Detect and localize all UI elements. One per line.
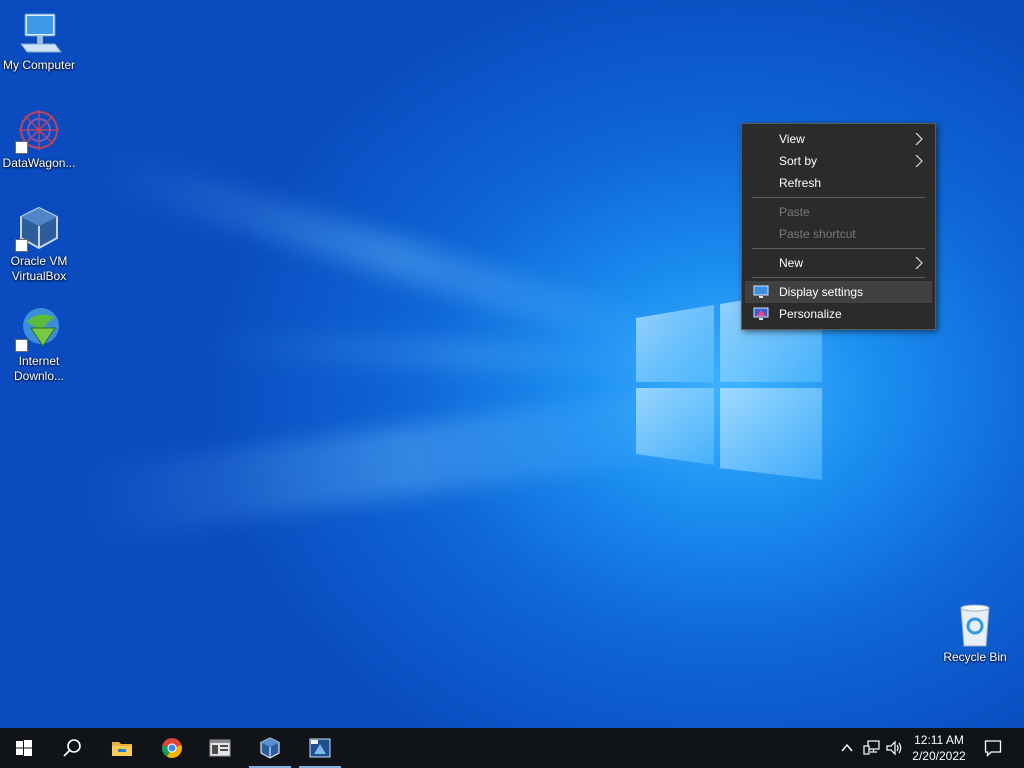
taskbar-file-explorer[interactable] — [98, 728, 146, 768]
display-icon — [753, 285, 769, 298]
computer-icon — [15, 8, 63, 56]
menu-item-personalize[interactable]: Personalize — [745, 303, 932, 325]
desktop-icon-label: Oracle VM VirtualBox — [10, 254, 68, 283]
file-explorer-icon — [112, 742, 132, 756]
menu-item-label: Display settings — [779, 285, 864, 299]
menu-item-new[interactable]: New — [745, 252, 932, 274]
menu-item-label: View — [779, 132, 805, 146]
menu-item-label: New — [779, 256, 804, 270]
desktop-icon-label: My Computer — [2, 58, 76, 72]
chevron-right-icon — [915, 133, 923, 145]
desktop-icon-label: Internet Downlo... — [13, 354, 65, 383]
menu-item-label: Personalize — [779, 307, 842, 321]
virtualbox-icon — [260, 737, 280, 759]
tray-notifications[interactable] — [978, 728, 1008, 768]
menu-item-label: Sort by — [779, 154, 818, 168]
start-button[interactable] — [0, 728, 48, 768]
clock-date: 2/20/2022 — [912, 749, 966, 763]
recycle-bin-icon — [951, 600, 999, 648]
search-button[interactable] — [48, 728, 96, 768]
menu-item-display-settings[interactable]: Display settings — [745, 281, 932, 303]
wallpaper-light-beam — [85, 381, 729, 540]
menu-item-view[interactable]: View — [745, 128, 932, 150]
taskbar-clock[interactable]: 12:11 AM 2/20/2022 — [905, 732, 973, 764]
shortcut-arrow-icon — [15, 339, 28, 352]
volume-icon — [886, 740, 902, 756]
menu-item-label: Paste — [779, 205, 810, 219]
chevron-right-icon — [915, 257, 923, 269]
menu-separator — [752, 277, 925, 278]
menu-item-refresh[interactable]: Refresh — [745, 172, 932, 194]
screenshot-tool-icon — [309, 738, 331, 758]
shortcut-arrow-icon — [15, 141, 28, 154]
desktop-icon-internet-download-manager[interactable]: Internet Downlo... — [0, 304, 78, 384]
menu-item-sort-by[interactable]: Sort by — [745, 150, 932, 172]
menu-separator — [752, 248, 925, 249]
menu-separator — [752, 197, 925, 198]
taskbar-screenshot-tool[interactable] — [296, 728, 344, 768]
app-window-icon — [209, 739, 231, 757]
desktop-icon-label: DataWagon... — [2, 156, 76, 170]
taskbar-app-window[interactable] — [196, 728, 244, 768]
desktop-icon-recycle-bin[interactable]: Recycle Bin — [936, 600, 1014, 665]
datawagon-icon — [15, 106, 63, 154]
desktop-icon-my-computer[interactable]: My Computer — [0, 8, 78, 73]
search-icon — [63, 739, 81, 757]
desktop-icon-label: Recycle Bin — [943, 650, 1007, 664]
tray-show-hidden-icons[interactable] — [836, 728, 858, 768]
tray-network[interactable] — [860, 728, 884, 768]
wallpaper-light-beam — [104, 150, 690, 365]
menu-item-label: Refresh — [779, 176, 822, 190]
chevron-right-icon — [915, 155, 923, 167]
desktop-icon-datawagon[interactable]: DataWagon... — [0, 106, 78, 171]
taskbar: 12:11 AM 2/20/2022 — [0, 728, 1024, 768]
desktop-icon-virtualbox[interactable]: Oracle VM VirtualBox — [0, 204, 78, 284]
clock-time: 12:11 AM — [914, 733, 964, 747]
internet-download-manager-icon — [15, 304, 63, 352]
chrome-icon — [161, 738, 182, 758]
taskbar-virtualbox[interactable] — [246, 728, 294, 768]
menu-item-paste-shortcut: Paste shortcut — [745, 223, 932, 245]
desktop-context-menu: View Sort by Refresh Paste Paste shortcu… — [741, 123, 936, 330]
menu-item-paste: Paste — [745, 201, 932, 223]
start-icon — [16, 740, 32, 756]
personalize-icon — [753, 307, 769, 320]
notification-icon — [984, 740, 1002, 757]
tray-volume[interactable] — [884, 728, 906, 768]
chevron-up-icon — [841, 743, 853, 752]
network-icon — [863, 740, 880, 755]
shortcut-arrow-icon — [15, 239, 28, 252]
taskbar-chrome[interactable] — [148, 728, 196, 768]
menu-item-label: Paste shortcut — [779, 227, 856, 241]
virtualbox-icon — [15, 204, 63, 252]
